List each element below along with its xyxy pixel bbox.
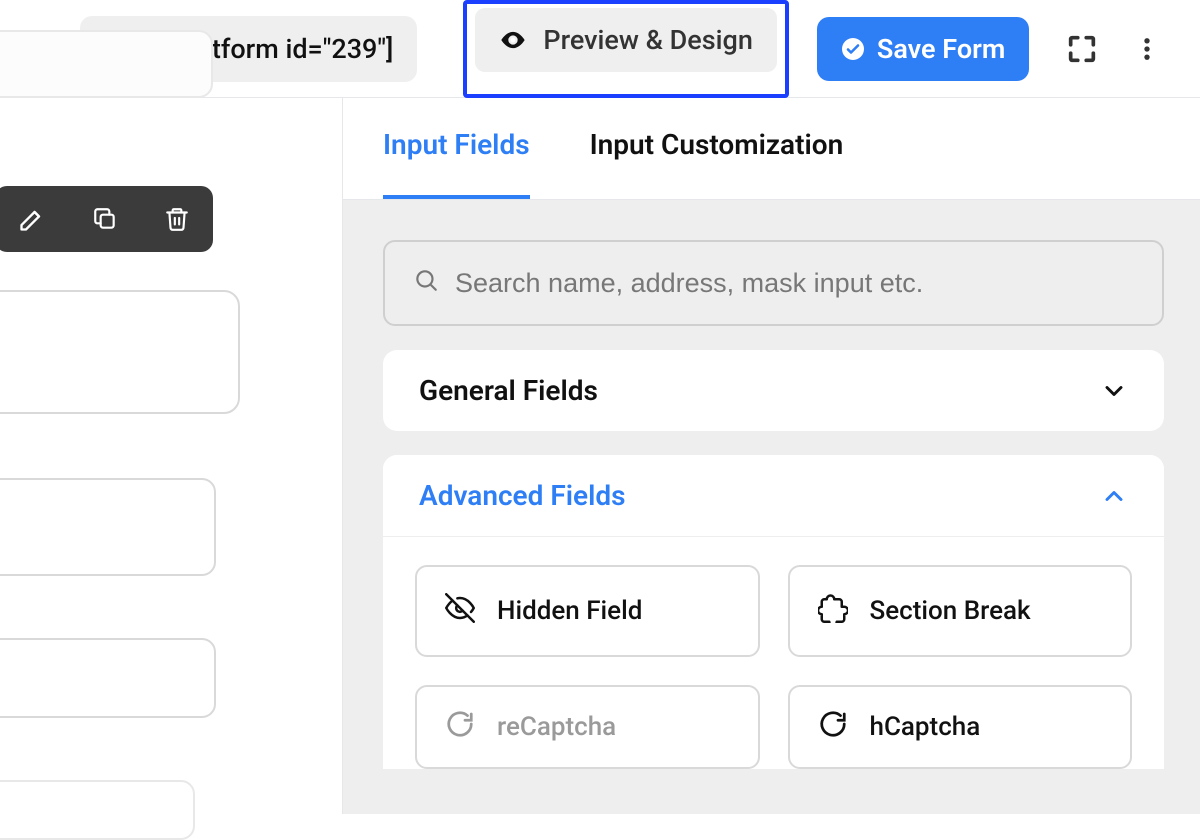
accordion-advanced-fields[interactable]: Advanced Fields [383,455,1164,536]
top-extra-icons [1065,32,1161,66]
field-recaptcha[interactable]: reCaptcha [415,685,760,769]
field-hidden[interactable]: Hidden Field [415,565,760,657]
puzzle-icon [818,593,848,630]
field-hidden-label: Hidden Field [497,596,642,626]
field-recaptcha-label: reCaptcha [497,712,616,742]
field-hcaptcha-label: hCaptcha [870,712,981,742]
panel-tabs: Input Fields Input Customization [343,98,1200,200]
delete-icon[interactable] [164,206,190,232]
check-circle-icon [841,37,865,61]
advanced-fields-label: Advanced Fields [419,479,626,512]
canvas-placeholder[interactable] [0,30,213,98]
save-form-button[interactable]: Save Form [817,17,1029,81]
accordion-advanced-wrap: Advanced Fields Hidden Field [383,455,1164,769]
tab-input-fields[interactable]: Input Fields [383,128,530,199]
chevron-down-icon [1100,377,1128,405]
fields-panel: Input Fields Input Customization General… [343,98,1200,814]
canvas-placeholder[interactable] [0,478,216,576]
element-action-toolbar [0,186,213,252]
preview-highlight-box: Preview & Design [463,0,789,98]
duplicate-icon[interactable] [92,206,118,232]
eye-icon [499,26,527,54]
panel-body: General Fields Advanced Fields [343,200,1200,814]
general-fields-label: General Fields [419,374,598,407]
canvas-placeholder[interactable] [0,638,216,718]
field-section-break[interactable]: Section Break [788,565,1133,657]
hcaptcha-icon [818,709,848,746]
field-search[interactable] [383,240,1164,326]
canvas-placeholder[interactable] [0,780,195,840]
field-section-break-label: Section Break [870,596,1031,626]
tab-input-customization[interactable]: Input Customization [590,128,844,199]
form-builder-canvas [0,98,343,814]
edit-icon[interactable] [18,205,46,233]
field-hcaptcha[interactable]: hCaptcha [788,685,1133,769]
fullscreen-icon[interactable] [1065,32,1099,66]
save-form-label: Save Form [877,33,1005,65]
eye-off-icon [445,593,475,630]
canvas-placeholder[interactable] [0,290,240,414]
chevron-up-icon [1100,482,1128,510]
recaptcha-icon [445,709,475,746]
preview-design-label: Preview & Design [543,24,753,56]
accordion-general-fields[interactable]: General Fields [383,350,1164,431]
field-search-input[interactable] [455,268,1134,299]
search-icon [413,267,439,300]
more-vertical-icon[interactable] [1133,32,1161,66]
preview-design-button[interactable]: Preview & Design [475,8,777,72]
advanced-field-grid: Hidden Field Section Break reCaptcha [383,536,1164,769]
